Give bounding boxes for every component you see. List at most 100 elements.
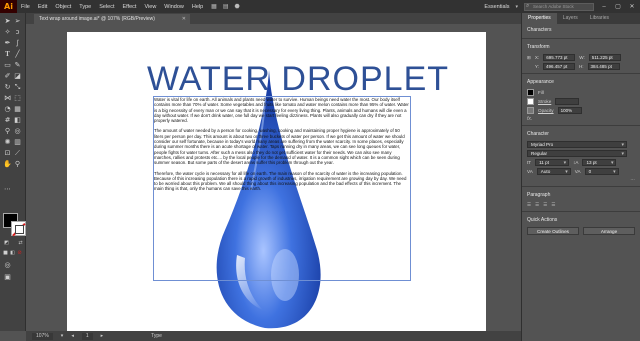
close-tab-icon[interactable]: ✕: [182, 16, 186, 22]
symbol-sprayer-icon[interactable]: ✺: [3, 138, 12, 147]
prev-artboard-icon[interactable]: ◂: [71, 333, 74, 339]
paintbrush-icon[interactable]: ✎: [13, 61, 22, 70]
pen-tool-icon[interactable]: ✒: [3, 39, 12, 48]
eraser-icon[interactable]: ◪: [13, 72, 22, 81]
swap-colors-icon[interactable]: ⇄: [16, 239, 25, 248]
reference-point-icon[interactable]: ⊞: [527, 55, 531, 61]
status-mode[interactable]: Type: [151, 333, 162, 339]
minimize-icon[interactable]: –: [600, 4, 608, 10]
lasso-icon[interactable]: ↄ: [13, 28, 22, 37]
direct-selection-tool-icon[interactable]: ➢: [13, 17, 22, 26]
arrange-button[interactable]: Arrange: [583, 227, 635, 235]
opacity-field[interactable]: 100%: [557, 107, 582, 114]
default-colors-icon[interactable]: ◩: [2, 239, 11, 248]
tab-libraries[interactable]: Libraries: [584, 13, 615, 24]
line-tool-icon[interactable]: ╱: [13, 50, 22, 59]
rotate-tool-icon[interactable]: ↻: [3, 83, 12, 92]
stroke-weight-field[interactable]: [555, 98, 580, 105]
perspective-grid-icon[interactable]: ▦: [13, 105, 22, 114]
kerning-dropdown[interactable]: Auto: [536, 168, 571, 175]
close-icon[interactable]: ✕: [628, 3, 636, 10]
eyedropper-icon[interactable]: ⚲: [3, 127, 12, 136]
artboard-number[interactable]: 1: [81, 332, 93, 340]
free-transform-icon[interactable]: ⬚: [13, 94, 22, 103]
fill-color-swatch[interactable]: [527, 89, 534, 96]
leading-dropdown[interactable]: 13 pt: [582, 159, 617, 166]
zoom-level[interactable]: 107%: [32, 332, 53, 340]
tab-properties[interactable]: Properties: [522, 13, 557, 24]
column-graph-icon[interactable]: ▥: [13, 138, 22, 147]
h-field[interactable]: 384.485 pt: [587, 63, 620, 70]
menu-file[interactable]: File: [17, 4, 34, 10]
chevron-down-icon[interactable]: ▾: [61, 333, 64, 339]
fx-button[interactable]: fx.: [527, 116, 532, 122]
document-tab[interactable]: Text wrap around image.ai* @ 107% (RGB/P…: [34, 14, 190, 24]
y-label: Y:: [534, 64, 539, 69]
stroke-swatch[interactable]: [11, 221, 26, 237]
tracking-dropdown[interactable]: 0: [584, 168, 619, 175]
canvas-area[interactable]: WATER DROPLET Water is vital for life on…: [26, 24, 521, 331]
menu-effect[interactable]: Effect: [119, 4, 141, 10]
maximize-icon[interactable]: ▢: [614, 3, 622, 10]
next-artboard-icon[interactable]: ▸: [101, 333, 104, 339]
justify-icon[interactable]: ☰: [551, 202, 555, 208]
font-size-dropdown[interactable]: 11 pt: [535, 159, 570, 166]
menu-type[interactable]: Type: [75, 4, 95, 10]
body-paragraph-2[interactable]: The amount of water needed by a person f…: [154, 128, 410, 165]
body-paragraph-3[interactable]: Therefore, the water cycle is necessary …: [154, 171, 410, 192]
zoom-tool-icon[interactable]: ⚲: [13, 160, 22, 169]
align-center-icon[interactable]: ☰: [535, 202, 539, 208]
transform-heading: Transform: [527, 44, 550, 50]
shaper-tool-icon[interactable]: ✐: [3, 72, 12, 81]
text-wrap-frame[interactable]: Water is vital for life on earth. All an…: [153, 96, 411, 281]
opacity-label[interactable]: Opacity: [538, 108, 554, 113]
stock-search-input[interactable]: Search Adobe Stock: [524, 2, 594, 11]
artboard[interactable]: WATER DROPLET Water is vital for life on…: [67, 32, 486, 331]
font-style-dropdown[interactable]: Regular: [527, 150, 627, 157]
gpu-icon[interactable]: ⬣: [235, 3, 240, 10]
w-field[interactable]: 511.225 pt: [588, 54, 621, 61]
menu-select[interactable]: Select: [95, 4, 118, 10]
rectangle-tool-icon[interactable]: ▭: [3, 61, 12, 70]
tab-layers[interactable]: Layers: [557, 13, 584, 24]
font-family-dropdown[interactable]: Myriad Pro: [527, 141, 627, 148]
curvature-tool-icon[interactable]: ∫: [13, 39, 22, 48]
blend-tool-icon[interactable]: ◎: [13, 127, 22, 136]
headline-text[interactable]: WATER DROPLET: [147, 60, 448, 99]
scale-tool-icon[interactable]: ⤡: [13, 83, 22, 92]
document-tab-bar: Text wrap around image.ai* @ 107% (RGB/P…: [26, 13, 521, 24]
width-tool-icon[interactable]: ⋈: [3, 94, 12, 103]
shape-builder-icon[interactable]: ◔: [3, 105, 12, 114]
stroke-label[interactable]: Stroke: [538, 99, 551, 104]
mesh-tool-icon[interactable]: #: [3, 116, 12, 125]
align-right-icon[interactable]: ☰: [543, 202, 547, 208]
hand-tool-icon[interactable]: ✋: [3, 160, 12, 169]
menu-help[interactable]: Help: [188, 4, 207, 10]
gradient-tool-icon[interactable]: ◧: [13, 116, 22, 125]
magic-wand-icon[interactable]: ✧: [3, 28, 12, 37]
none-mode-icon[interactable]: ⊘: [15, 249, 24, 258]
selection-tool-icon[interactable]: ➤: [3, 17, 12, 26]
menu-window[interactable]: Window: [160, 4, 188, 10]
slice-tool-icon[interactable]: ⟋: [13, 149, 22, 158]
chevron-down-icon[interactable]: ▾: [515, 4, 518, 10]
artboard-tool-icon[interactable]: ⊡: [3, 149, 12, 158]
menu-object[interactable]: Object: [51, 4, 75, 10]
body-paragraph-1[interactable]: Water is vital for life on earth. All an…: [154, 97, 410, 123]
menu-edit[interactable]: Edit: [34, 4, 51, 10]
create-outlines-button[interactable]: Create Outlines: [527, 227, 579, 235]
x-field[interactable]: 695.773 pt: [543, 54, 576, 61]
align-left-icon[interactable]: ☰: [527, 202, 531, 208]
workspace-switcher[interactable]: Essentials: [484, 4, 509, 10]
transform-row-1: ⊞ X: 695.773 pt W: 511.225 pt: [522, 53, 640, 62]
stroke-color-swatch[interactable]: [527, 98, 534, 105]
menu-view[interactable]: View: [140, 4, 160, 10]
arrange-docs-icon[interactable]: ▤: [223, 3, 229, 10]
screen-mode-icon[interactable]: ▣: [3, 273, 12, 282]
y-field[interactable]: 496.457 pt: [542, 63, 575, 70]
type-tool-icon[interactable]: T: [3, 50, 12, 59]
bridge-icon[interactable]: ▦: [211, 3, 217, 10]
edit-toolbar-icon[interactable]: ⋯: [3, 185, 12, 194]
draw-mode-icon[interactable]: ◎: [3, 261, 12, 270]
more-options-icon[interactable]: ⋯: [630, 177, 635, 183]
